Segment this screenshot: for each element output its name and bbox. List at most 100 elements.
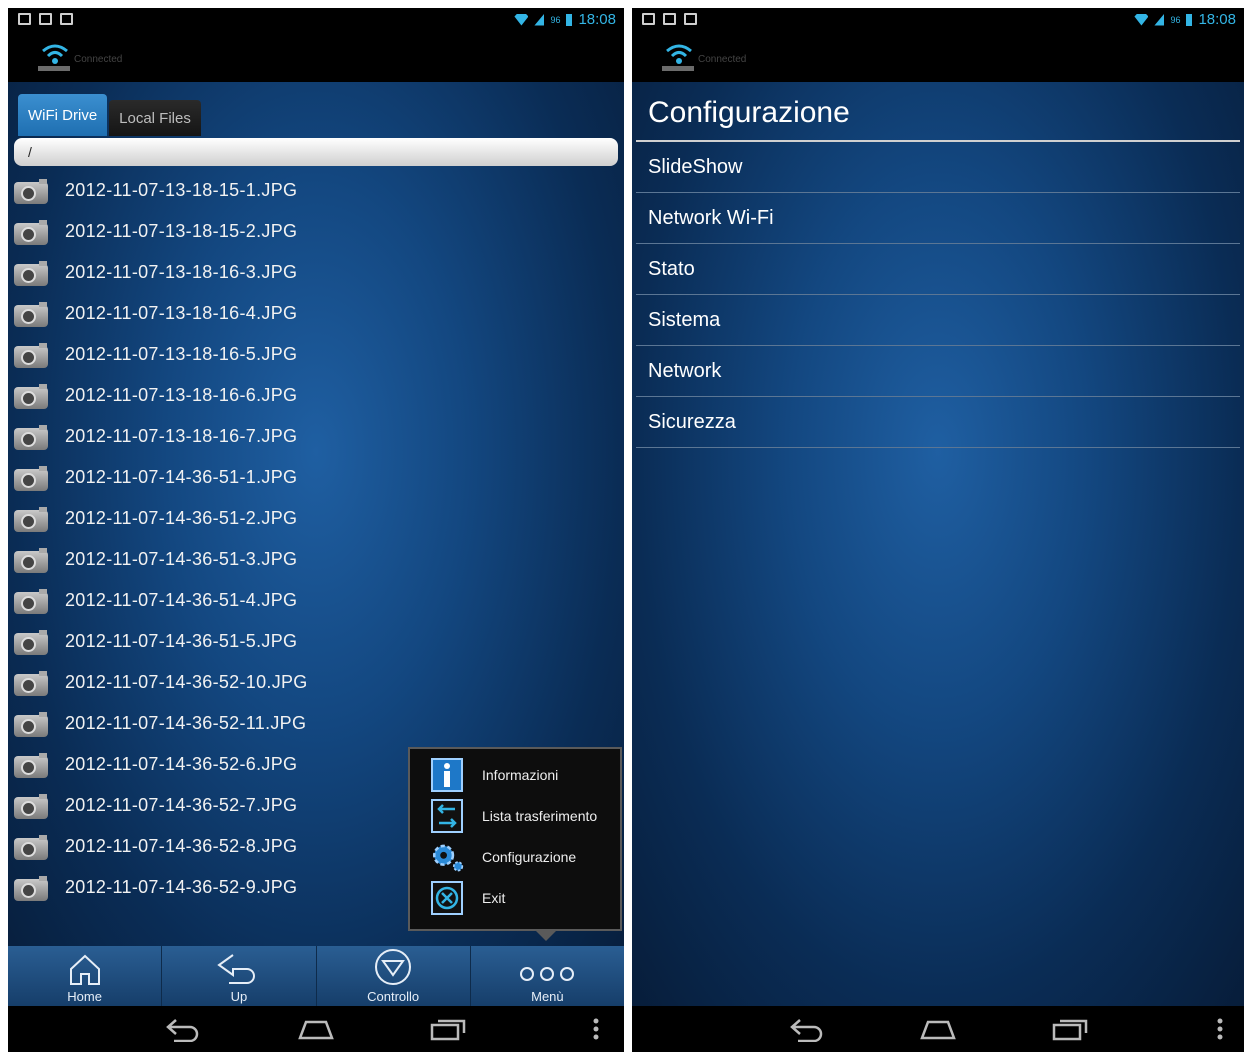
system-overflow-icon[interactable] <box>1216 1016 1224 1042</box>
camera-icon <box>12 301 52 327</box>
gear-icon <box>430 840 464 874</box>
camera-icon <box>12 424 52 450</box>
popup-menu: Informazioni Lista trasferimento Configu… <box>408 747 622 941</box>
transfer-icon <box>430 799 464 833</box>
cell-signal-icon <box>1154 13 1165 26</box>
config-item-network[interactable]: Network <box>636 346 1240 397</box>
file-name: 2012-11-07-14-36-52-10.JPG <box>65 672 308 692</box>
notification-strip: Connected <box>8 32 624 82</box>
config-item-slideshow[interactable]: SlideShow <box>636 142 1240 193</box>
system-back-icon[interactable] <box>788 1016 826 1042</box>
file-row[interactable]: 2012-11-07-14-36-52-11.JPG <box>8 703 624 744</box>
mail-notification-icon <box>39 13 52 25</box>
battery-percent: 96 <box>1170 14 1181 25</box>
controllo-label: Controllo <box>367 989 420 1004</box>
file-name: 2012-11-07-13-18-15-2.JPG <box>65 221 298 241</box>
connection-status: Connected <box>74 54 123 65</box>
menu-button[interactable]: Menù <box>471 946 624 1006</box>
gallery-notification-icon <box>642 13 655 25</box>
file-name: 2012-11-07-13-18-16-6.JPG <box>65 385 298 405</box>
file-row[interactable]: 2012-11-07-13-18-16-6.JPG <box>8 375 624 416</box>
menu-item-label: Configurazione <box>482 849 577 865</box>
tab-wifi-drive[interactable]: WiFi Drive <box>18 94 108 136</box>
left-phone-screen: 96 18:08 Connected WiFi Drive Local File… <box>8 8 624 1052</box>
file-row[interactable]: 2012-11-07-13-18-16-4.JPG <box>8 293 624 334</box>
menu-item-informazioni[interactable]: Informazioni <box>430 757 558 793</box>
status-bar: 96 18:08 <box>632 8 1244 32</box>
camera-icon <box>12 260 52 286</box>
file-name: 2012-11-07-13-18-16-3.JPG <box>65 262 298 282</box>
wifi-signal-icon <box>1134 13 1149 26</box>
camera-icon <box>12 629 52 655</box>
status-time: 18:08 <box>1198 11 1236 28</box>
camera-icon <box>12 711 52 737</box>
screenshot-notification-icon <box>60 13 73 25</box>
camera-icon <box>12 178 52 204</box>
tab-bar: WiFi Drive Local Files <box>18 94 201 136</box>
system-home-icon[interactable] <box>296 1016 336 1042</box>
more-icon <box>520 967 575 981</box>
config-item-sistema[interactable]: Sistema <box>636 295 1240 346</box>
config-item-network-wifi[interactable]: Network Wi-Fi <box>636 193 1240 244</box>
connection-indicator <box>38 66 70 71</box>
file-row[interactable]: 2012-11-07-13-18-16-5.JPG <box>8 334 624 375</box>
page-title: Configurazione <box>648 96 850 129</box>
control-icon <box>375 949 412 985</box>
connection-status: Connected <box>698 54 747 65</box>
file-row[interactable]: 2012-11-07-13-18-15-1.JPG <box>8 170 624 211</box>
menu-item-label: Lista trasferimento <box>482 808 598 824</box>
camera-icon <box>12 875 52 901</box>
system-recents-icon[interactable] <box>428 1016 468 1042</box>
home-button[interactable]: Home <box>8 946 163 1006</box>
menu-item-lista-trasferimento[interactable]: Lista trasferimento <box>430 798 597 834</box>
connection-indicator <box>662 66 694 71</box>
file-row[interactable]: 2012-11-07-14-36-51-1.JPG <box>8 457 624 498</box>
file-name: 2012-11-07-14-36-52-9.JPG <box>65 877 298 897</box>
file-row[interactable]: 2012-11-07-14-36-51-3.JPG <box>8 539 624 580</box>
config-item-sicurezza[interactable]: Sicurezza <box>636 397 1240 448</box>
back-arrow-icon <box>217 954 255 984</box>
file-row[interactable]: 2012-11-07-14-36-52-10.JPG <box>8 662 624 703</box>
file-row[interactable]: 2012-11-07-13-18-16-3.JPG <box>8 252 624 293</box>
system-overflow-icon[interactable] <box>592 1016 600 1042</box>
battery-percent: 96 <box>550 14 561 25</box>
system-home-icon[interactable] <box>918 1016 958 1042</box>
file-name: 2012-11-07-14-36-52-11.JPG <box>65 713 307 733</box>
up-label: Up <box>230 989 248 1004</box>
menu-item-configurazione[interactable]: Configurazione <box>430 839 576 875</box>
camera-icon <box>12 383 52 409</box>
file-row[interactable]: 2012-11-07-14-36-51-5.JPG <box>8 621 624 662</box>
file-name: 2012-11-07-14-36-51-3.JPG <box>65 549 298 569</box>
file-name: 2012-11-07-14-36-51-2.JPG <box>65 508 298 528</box>
up-button[interactable]: Up <box>162 946 317 1006</box>
camera-icon <box>12 793 52 819</box>
camera-icon <box>12 752 52 778</box>
file-name: 2012-11-07-13-18-16-4.JPG <box>65 303 298 323</box>
status-time: 18:08 <box>578 11 616 28</box>
file-name: 2012-11-07-14-36-52-7.JPG <box>65 795 298 815</box>
camera-icon <box>12 547 52 573</box>
file-row[interactable]: 2012-11-07-14-36-51-2.JPG <box>8 498 624 539</box>
right-phone-screen: 96 18:08 Connected Configurazione SlideS… <box>632 8 1244 1052</box>
camera-icon <box>12 834 52 860</box>
info-icon <box>430 758 464 792</box>
controllo-button[interactable]: Controllo <box>317 946 471 1006</box>
file-row[interactable]: 2012-11-07-13-18-16-7.JPG <box>8 416 624 457</box>
notification-strip: Connected <box>632 32 1244 82</box>
system-nav-bar <box>632 1006 1244 1052</box>
tab-local-files[interactable]: Local Files <box>109 100 201 136</box>
file-row[interactable]: 2012-11-07-13-18-15-2.JPG <box>8 211 624 252</box>
file-name: 2012-11-07-13-18-16-5.JPG <box>65 344 298 364</box>
path-bar[interactable]: / <box>14 138 618 166</box>
gallery-notification-icon <box>18 13 31 25</box>
camera-icon <box>12 342 52 368</box>
config-item-stato[interactable]: Stato <box>636 244 1240 295</box>
cell-signal-icon <box>534 13 545 26</box>
system-back-icon[interactable] <box>164 1016 202 1042</box>
app-content: WiFi Drive Local Files / 2012-11-07-13-1… <box>8 82 624 1006</box>
menu-item-exit[interactable]: Exit <box>430 880 505 916</box>
file-row[interactable]: 2012-11-07-14-36-51-4.JPG <box>8 580 624 621</box>
camera-icon <box>12 588 52 614</box>
file-name: 2012-11-07-14-36-52-8.JPG <box>65 836 298 856</box>
system-recents-icon[interactable] <box>1050 1016 1090 1042</box>
